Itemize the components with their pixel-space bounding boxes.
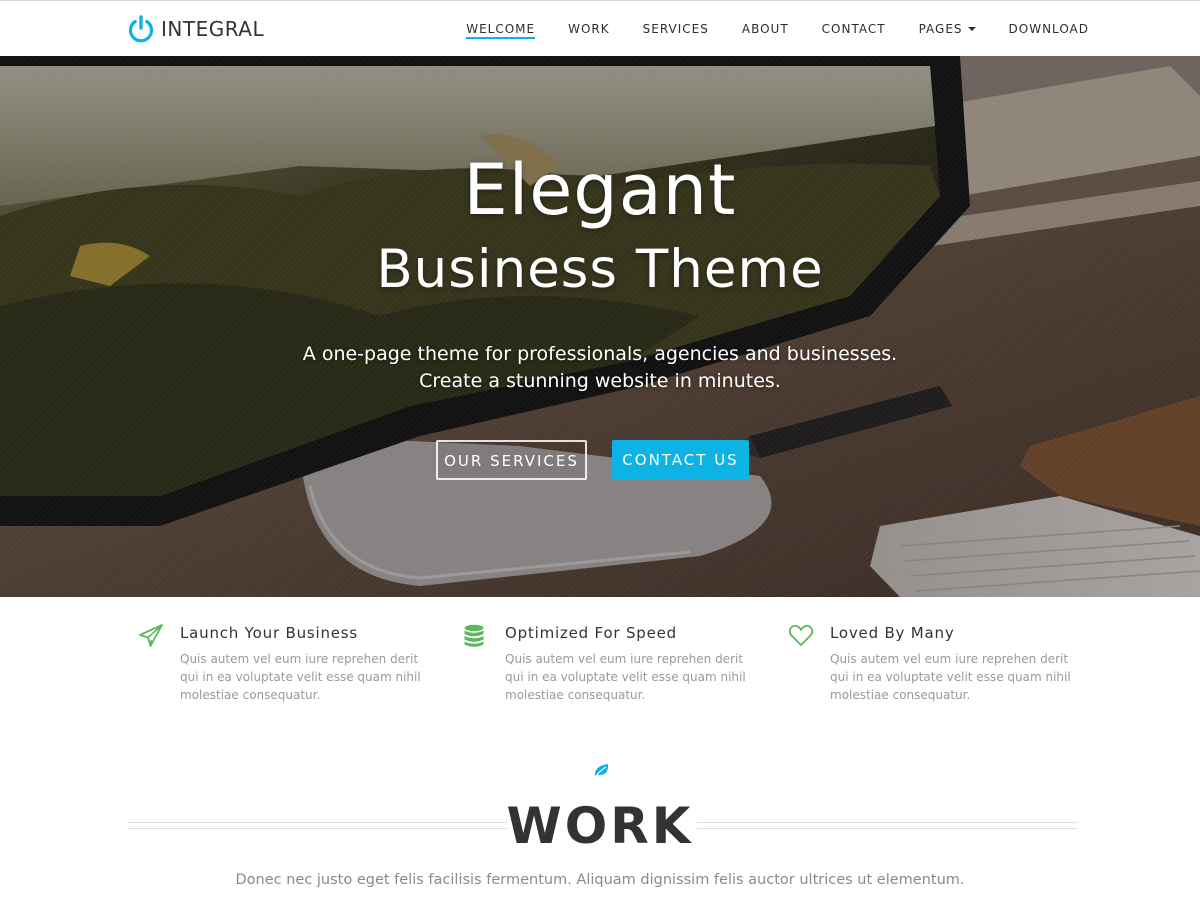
nav-item-download[interactable]: DOWNLOAD (1009, 1, 1089, 57)
hero-overlay (0, 56, 1200, 597)
features-section: Launch Your Business Quis autem vel eum … (0, 597, 1200, 727)
heart-icon (788, 624, 814, 646)
nav-item-label: WORK (568, 22, 610, 36)
nav-item-pages-dropdown[interactable]: PAGES (919, 1, 976, 57)
hero-title: Elegant (463, 149, 737, 231)
paper-plane-icon (139, 624, 163, 647)
main-nav: WELCOME WORK SERVICES ABOUT CONTACT PAGE… (466, 1, 1089, 57)
feature-title: Launch Your Business (180, 624, 359, 642)
nav-item-label: DOWNLOAD (1008, 22, 1089, 36)
hero-tagline-line2: Create a stunning website in minutes. (419, 370, 781, 392)
our-services-button[interactable]: OUR SERVICES (436, 440, 587, 480)
database-icon (464, 624, 484, 647)
feature-text: Quis autem vel eum iure reprehen derit q… (830, 652, 1071, 702)
nav-item-label: CONTACT (821, 22, 886, 36)
nav-item-welcome[interactable]: WELCOME (466, 1, 536, 57)
nav-item-about[interactable]: ABOUT (742, 1, 789, 57)
nav-item-label: PAGES (918, 22, 963, 36)
nav-item-services[interactable]: SERVICES (643, 1, 709, 57)
top-navbar: INTEGRAL WELCOME WORK SERVICES ABOUT CON… (0, 0, 1200, 56)
work-section-title: WORK (506, 797, 694, 855)
nav-item-label: WELCOME (466, 22, 536, 36)
caret-down-icon (967, 27, 976, 31)
power-icon (128, 15, 154, 43)
work-section-subtitle: Donec nec justo eget felis facilisis fer… (235, 872, 965, 888)
hero-subtitle-heading: Business Theme (376, 239, 824, 300)
brand-name: INTEGRAL (161, 17, 265, 41)
nav-item-contact[interactable]: CONTACT (822, 1, 886, 57)
contact-us-button[interactable]: CONTACT US (612, 440, 749, 480)
hero-tagline: A one-page theme for professionals, agen… (0, 341, 1200, 395)
leaf-icon (594, 764, 609, 778)
feature-title: Loved By Many (830, 624, 955, 642)
nav-item-work[interactable]: WORK (568, 1, 610, 57)
brand-logo-link[interactable]: INTEGRAL (126, 13, 264, 45)
nav-item-label: ABOUT (741, 22, 789, 36)
hero-tagline-line1: A one-page theme for professionals, agen… (302, 343, 898, 365)
feature-title: Optimized For Speed (505, 624, 677, 642)
hero-section: Elegant Business Theme A one-page theme … (0, 56, 1200, 597)
feature-text: Quis autem vel eum iure reprehen derit q… (180, 652, 421, 702)
nav-item-label: SERVICES (642, 22, 709, 36)
feature-text: Quis autem vel eum iure reprehen derit q… (505, 652, 746, 702)
